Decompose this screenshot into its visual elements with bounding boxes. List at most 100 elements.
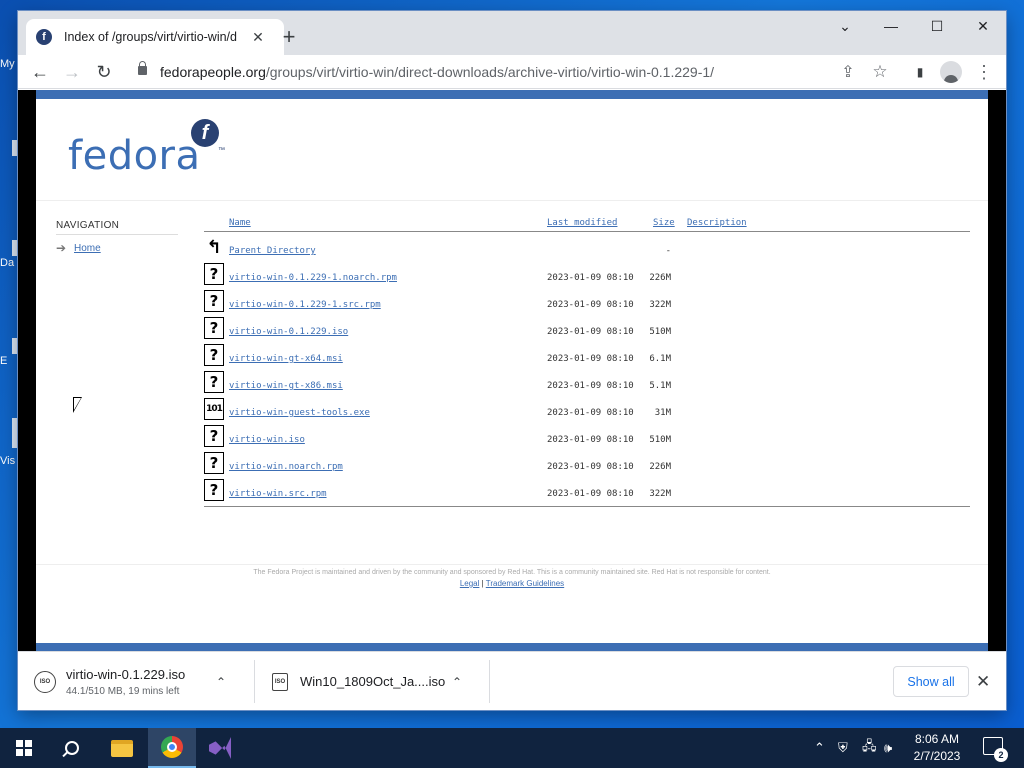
navigation-sidebar: NAVIGATION ➔ Home xyxy=(56,220,178,255)
file-link[interactable]: Parent Directory xyxy=(229,246,316,256)
unknown-file-icon: ? xyxy=(204,290,224,312)
download-info: virtio-win-0.1.229.iso 44.1/510 MB, 19 m… xyxy=(66,667,216,697)
column-name-link[interactable]: Name xyxy=(229,218,251,228)
network-icon[interactable]: 🖧 xyxy=(862,728,877,768)
file-link[interactable]: virtio-win-guest-tools.exe xyxy=(229,408,370,418)
chevron-up-icon[interactable]: ⌃ xyxy=(452,675,462,689)
footer-links: Legal | Trademark Guidelines xyxy=(36,579,988,588)
tab-active[interactable]: f Index of /groups/virt/virtio-win/d ✕ xyxy=(26,19,284,55)
show-all-button[interactable]: Show all xyxy=(893,666,969,697)
desktop-icon-da[interactable]: Da xyxy=(0,257,18,269)
column-description-link[interactable]: Description xyxy=(687,218,747,228)
disc-image-file-icon: ISO xyxy=(34,670,56,693)
file-explorer-button[interactable] xyxy=(98,728,146,768)
profile-avatar-icon[interactable] xyxy=(940,61,962,83)
tray-overflow-icon[interactable]: ⌃ xyxy=(814,728,825,768)
legal-link[interactable]: Legal xyxy=(460,579,480,588)
listing-row: ↰ Parent Directory - xyxy=(204,236,970,263)
file-link[interactable]: virtio-win.iso xyxy=(229,435,305,445)
page-top-bar xyxy=(36,90,988,99)
page-viewport: fedora f ™ NAVIGATION ➔ Home Name Last m… xyxy=(18,90,1006,651)
disc-image-file-icon: ISO xyxy=(272,672,288,691)
home-link[interactable]: Home xyxy=(74,243,101,254)
file-link[interactable]: virtio-win-0.1.229.iso xyxy=(229,327,348,337)
fedora-favicon-icon: f xyxy=(36,29,52,45)
file-link[interactable]: virtio-win-0.1.229-1.noarch.rpm xyxy=(229,273,397,283)
search-icon xyxy=(65,741,79,755)
chrome-taskbar-button[interactable] xyxy=(148,728,196,768)
arrow-right-icon: ➔ xyxy=(56,241,67,255)
url-path: /groups/virt/virtio-win/direct-downloads… xyxy=(265,64,715,80)
taskbar: ⌃ ⛨ 🖧 🕪 8:06 AM 2/7/2023 2 xyxy=(0,728,1024,768)
browser-toolbar: ← → ↻ fedorapeople.org/groups/virt/virti… xyxy=(18,55,1006,89)
desktop-icon-vis[interactable]: Vis xyxy=(0,455,18,467)
browser-window: f Index of /groups/virt/virtio-win/d ✕ +… xyxy=(18,11,1006,710)
column-last-modified-link[interactable]: Last modified xyxy=(547,218,617,228)
maximize-button[interactable]: ☐ xyxy=(914,11,960,41)
file-size: 510M xyxy=(649,435,671,445)
chevron-up-icon[interactable]: ⌃ xyxy=(216,675,226,689)
file-link[interactable]: virtio-win-gt-x64.msi xyxy=(229,354,343,364)
page-bottom-bar xyxy=(36,643,988,651)
search-button[interactable] xyxy=(48,728,96,768)
listing-row: ? virtio-win-gt-x86.msi 2023-01-09 08:10 5.… xyxy=(204,371,970,398)
forward-button[interactable]: → xyxy=(58,58,86,86)
fedora-logo-icon[interactable]: f xyxy=(191,119,219,147)
windows-logo-icon xyxy=(16,740,32,756)
trademark-guidelines-link[interactable]: Trademark Guidelines xyxy=(486,579,564,588)
bookmark-star-icon[interactable]: ☆ xyxy=(866,58,894,86)
new-tab-button[interactable]: + xyxy=(276,24,302,50)
listing-rows: ↰ Parent Directory -? virtio-win-0.1.229-1.… xyxy=(204,232,970,506)
file-date: 2023-01-09 08:10 xyxy=(547,327,634,337)
lock-icon[interactable] xyxy=(138,61,147,75)
close-window-button[interactable]: ✕ xyxy=(960,11,1006,41)
file-date: 2023-01-09 08:10 xyxy=(547,489,634,499)
file-date: 2023-01-09 08:10 xyxy=(547,300,634,310)
nav-item-home[interactable]: ➔ Home xyxy=(56,241,178,255)
share-icon[interactable]: ⇪ xyxy=(834,58,862,86)
security-icon[interactable]: ⛨ xyxy=(838,728,848,768)
desktop-icon-e[interactable]: E xyxy=(0,355,18,367)
file-date: 2023-01-09 08:10 xyxy=(547,408,634,418)
file-size: 510M xyxy=(649,327,671,337)
download-status: 44.1/510 MB, 19 mins left xyxy=(66,685,180,697)
desktop-icon-my[interactable]: My xyxy=(0,58,18,70)
download-item[interactable]: ISO Win10_1809Oct_Ja....iso ⌃ xyxy=(272,652,480,711)
fedora-logo-text[interactable]: fedora xyxy=(68,133,201,179)
web-page: fedora f ™ NAVIGATION ➔ Home Name Last m… xyxy=(36,90,988,651)
start-button[interactable] xyxy=(0,728,48,768)
column-size-link[interactable]: Size xyxy=(653,218,675,228)
folder-icon xyxy=(111,739,133,757)
file-date: 2023-01-09 08:10 xyxy=(547,462,634,472)
close-shelf-icon[interactable]: ✕ xyxy=(976,672,990,692)
download-filename: Win10_1809Oct_Ja....iso xyxy=(300,674,446,689)
minimize-button[interactable]: — xyxy=(868,11,914,41)
notification-count-badge: 2 xyxy=(994,748,1008,762)
reload-button[interactable]: ↻ xyxy=(90,58,118,86)
file-link[interactable]: virtio-win-gt-x86.msi xyxy=(229,381,343,391)
download-item[interactable]: ISO virtio-win-0.1.229.iso 44.1/510 MB, … xyxy=(34,652,246,711)
back-button[interactable]: ← xyxy=(26,58,54,86)
menu-icon[interactable]: ⋮ xyxy=(970,58,998,86)
url-host: fedorapeople.org xyxy=(160,64,266,80)
file-link[interactable]: virtio-win.noarch.rpm xyxy=(229,462,343,472)
system-clock[interactable]: 8:06 AM 2/7/2023 xyxy=(900,731,974,765)
visual-studio-button[interactable] xyxy=(196,728,244,768)
tab-close-icon[interactable]: ✕ xyxy=(250,29,266,46)
url-text[interactable]: fedorapeople.org/groups/virt/virtio-win/… xyxy=(160,64,714,80)
footer-separator: | xyxy=(481,579,484,588)
chrome-icon xyxy=(161,736,183,758)
file-link[interactable]: virtio-win.src.rpm xyxy=(229,489,327,499)
file-link[interactable]: virtio-win-0.1.229-1.src.rpm xyxy=(229,300,381,310)
trademark-symbol: ™ xyxy=(218,147,225,154)
volume-icon[interactable]: 🕪 xyxy=(884,728,892,768)
side-panel-icon[interactable]: ▮ xyxy=(906,58,934,86)
file-size: 226M xyxy=(649,462,671,472)
file-size: 31M xyxy=(654,408,671,418)
file-date: 2023-01-09 08:10 xyxy=(547,354,634,364)
desktop-icon-label: Vis xyxy=(0,455,16,467)
tab-search-icon[interactable]: ⌄ xyxy=(822,11,868,41)
unknown-file-icon: ? xyxy=(204,317,224,339)
download-divider xyxy=(254,660,255,703)
unknown-file-icon: ? xyxy=(204,425,224,447)
